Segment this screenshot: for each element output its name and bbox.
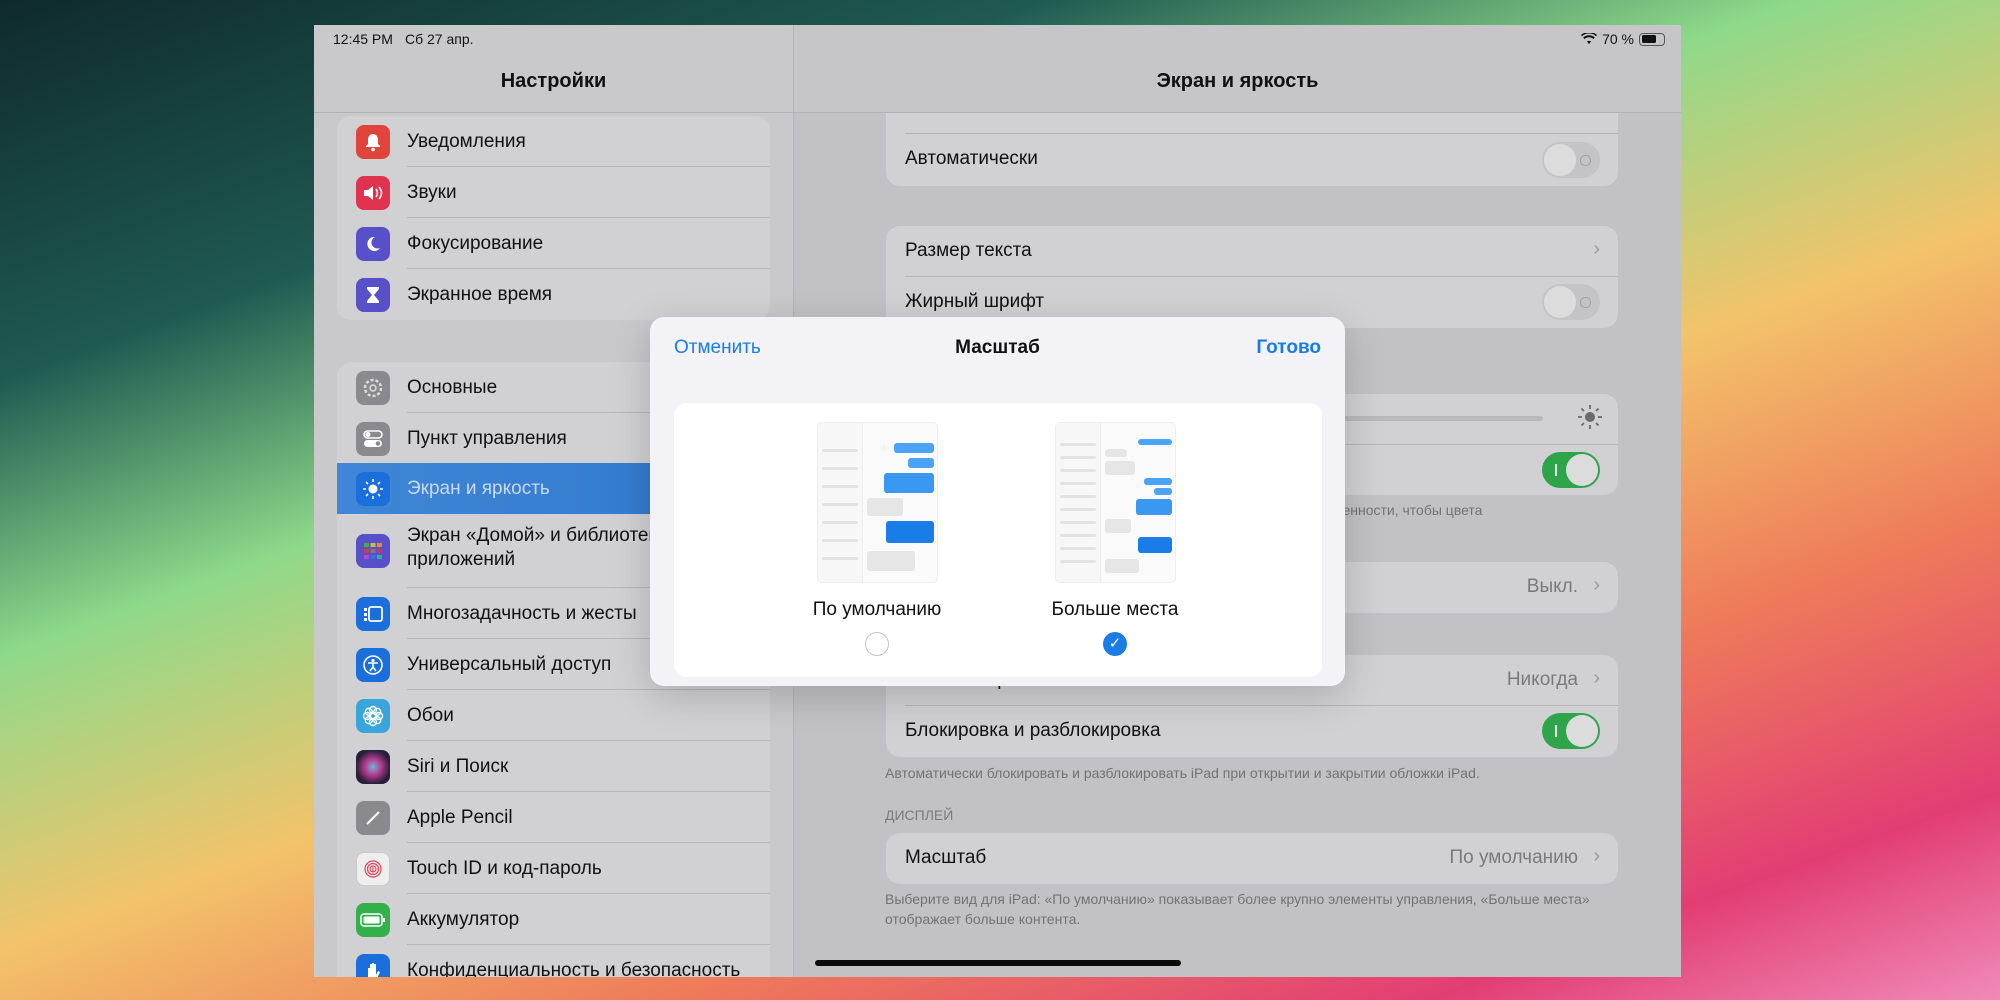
siri-icon — [356, 749, 390, 784]
status-date: Сб 27 апр. — [405, 31, 474, 47]
true-tone-toggle[interactable] — [1542, 452, 1600, 488]
sidebar-item-label: Фокусирование — [407, 232, 544, 254]
display-section-header: ДИСПЛЕЙ — [885, 807, 954, 823]
gear-icon — [356, 370, 390, 405]
sidebar-item-touch-id[interactable]: Touch ID и код-пароль — [337, 843, 770, 894]
sidebar-item-privacy[interactable]: Конфиденциальность и безопасность — [337, 945, 770, 977]
zoom-row[interactable]: Масштаб По умолчанию › — [886, 833, 1618, 884]
sidebar-item-label: Основные — [407, 376, 498, 398]
sidebar-item-apple-pencil[interactable]: Apple Pencil — [337, 792, 770, 843]
text-size-label: Размер текста — [905, 240, 1032, 261]
automatic-toggle[interactable] — [1542, 142, 1600, 178]
lock-unlock-toggle[interactable] — [1542, 713, 1600, 749]
sidebar-item-label: Экранное время — [407, 283, 553, 305]
checkmark-icon[interactable]: ✓ — [1103, 632, 1127, 656]
hourglass-icon — [356, 277, 390, 312]
zoom-label: Масштаб — [905, 847, 987, 868]
header-divider — [314, 112, 793, 113]
zoom-footer: Выберите вид для iPad: «По умолчанию» по… — [885, 891, 1590, 927]
sun-icon — [1576, 403, 1604, 436]
sidebar-item-label: Экран «Домой» и библиотека — [407, 525, 668, 546]
battery-percent: 70 % — [1602, 31, 1634, 47]
option-default-radio[interactable] — [865, 632, 889, 656]
sidebar-item-label: Уведомления — [407, 130, 526, 152]
sidebar-item-label: Универсальный доступ — [407, 653, 612, 675]
flower-icon — [356, 698, 390, 733]
sidebar-item-label-line2: приложений — [407, 549, 516, 570]
wifi-icon — [1581, 33, 1598, 44]
sidebar-item-wallpaper[interactable]: Обои — [337, 690, 770, 741]
option-default-label: По умолчанию — [812, 599, 942, 620]
sun-icon — [356, 471, 390, 506]
battery-icon — [1639, 32, 1665, 46]
chevron-right-icon: › — [1593, 845, 1600, 867]
chevron-right-icon: › — [1593, 667, 1600, 689]
sidebar-item-focus[interactable]: Фокусирование — [337, 218, 770, 269]
status-time: 12:45 PM — [333, 31, 393, 47]
sidebar-item-label: Звуки — [407, 181, 457, 203]
hand-icon — [356, 953, 390, 977]
automatic-row: Автоматически — [886, 134, 1618, 186]
lock-unlock-row: Блокировка и разблокировка — [886, 706, 1618, 757]
sidebar-item-screen-time[interactable]: Экранное время — [337, 269, 770, 320]
text-group: Размер текста › Жирный шрифт — [886, 226, 1618, 328]
nav-bar — [794, 25, 1681, 113]
auto-lock-value: Никогда — [1506, 669, 1578, 690]
automatic-label: Автоматически — [905, 148, 1038, 169]
pencil-icon — [356, 800, 390, 835]
bold-text-toggle[interactable] — [1542, 284, 1600, 320]
app-grid-icon — [356, 534, 390, 568]
sidebar-item-label: Аккумулятор — [407, 908, 520, 930]
night-shift-value: Выкл. — [1526, 576, 1578, 597]
header-divider — [794, 112, 1681, 113]
moon-icon — [356, 226, 390, 261]
text-size-row[interactable]: Размер текста › — [886, 226, 1618, 277]
speaker-icon — [356, 175, 390, 210]
sidebar-item-label: Touch ID и код-пароль — [407, 857, 602, 879]
sidebar-group-1: Уведомления Звуки Фокусирование Экранное… — [337, 116, 770, 320]
sidebar-item-label: Siri и Поиск — [407, 755, 509, 777]
bell-icon — [356, 124, 390, 159]
bold-text-label: Жирный шрифт — [905, 291, 1045, 312]
detail-title: Экран и яркость — [1156, 70, 1319, 92]
status-indicators-overlay: 70 % — [1581, 31, 1665, 47]
sidebar-item-label: Apple Pencil — [407, 806, 513, 828]
sidebar-item-battery[interactable]: Аккумулятор — [337, 894, 770, 945]
zoom-modal: Отменить Масштаб Готово По умолчанию Бол… — [650, 317, 1345, 686]
accessibility-icon — [356, 647, 390, 682]
zoom-value: По умолчанию — [1449, 847, 1579, 868]
fingerprint-icon — [356, 851, 390, 886]
sidebar-item-notifications[interactable]: Уведомления — [337, 116, 770, 167]
sidebar-item-label: Многозадачность и жесты — [407, 602, 637, 624]
home-indicator[interactable] — [815, 960, 1181, 966]
chevron-right-icon: › — [1593, 238, 1600, 260]
switches-icon — [356, 421, 390, 456]
default-preview-image — [818, 423, 937, 582]
lock-unlock-label: Блокировка и разблокировка — [905, 720, 1161, 741]
battery-icon — [356, 902, 390, 937]
modal-title: Масштаб — [955, 337, 1040, 358]
sidebar-item-label: Обои — [407, 704, 454, 726]
sidebar-title: Настройки — [500, 70, 607, 92]
option-more-space-label: Больше места — [1051, 599, 1179, 620]
sidebar-item-label: Пункт управления — [407, 427, 567, 449]
multitasking-icon — [356, 596, 390, 631]
sidebar-item-label: Конфиденциальность и безопасность — [407, 959, 741, 978]
more-space-preview-image — [1056, 423, 1175, 582]
chevron-right-icon: › — [1593, 574, 1600, 596]
sidebar-item-sounds[interactable]: Звуки — [337, 167, 770, 218]
lock-footer: Автоматически блокировать и разблокирова… — [885, 765, 1480, 781]
zoom-group: Масштаб По умолчанию › — [886, 833, 1618, 884]
sidebar-item-label: Экран и яркость — [407, 477, 550, 499]
zoom-options-card: По умолчанию Больше места ✓ — [674, 403, 1322, 677]
sidebar-item-siri[interactable]: Siri и Поиск — [337, 741, 770, 792]
done-button[interactable]: Готово — [1256, 337, 1321, 359]
